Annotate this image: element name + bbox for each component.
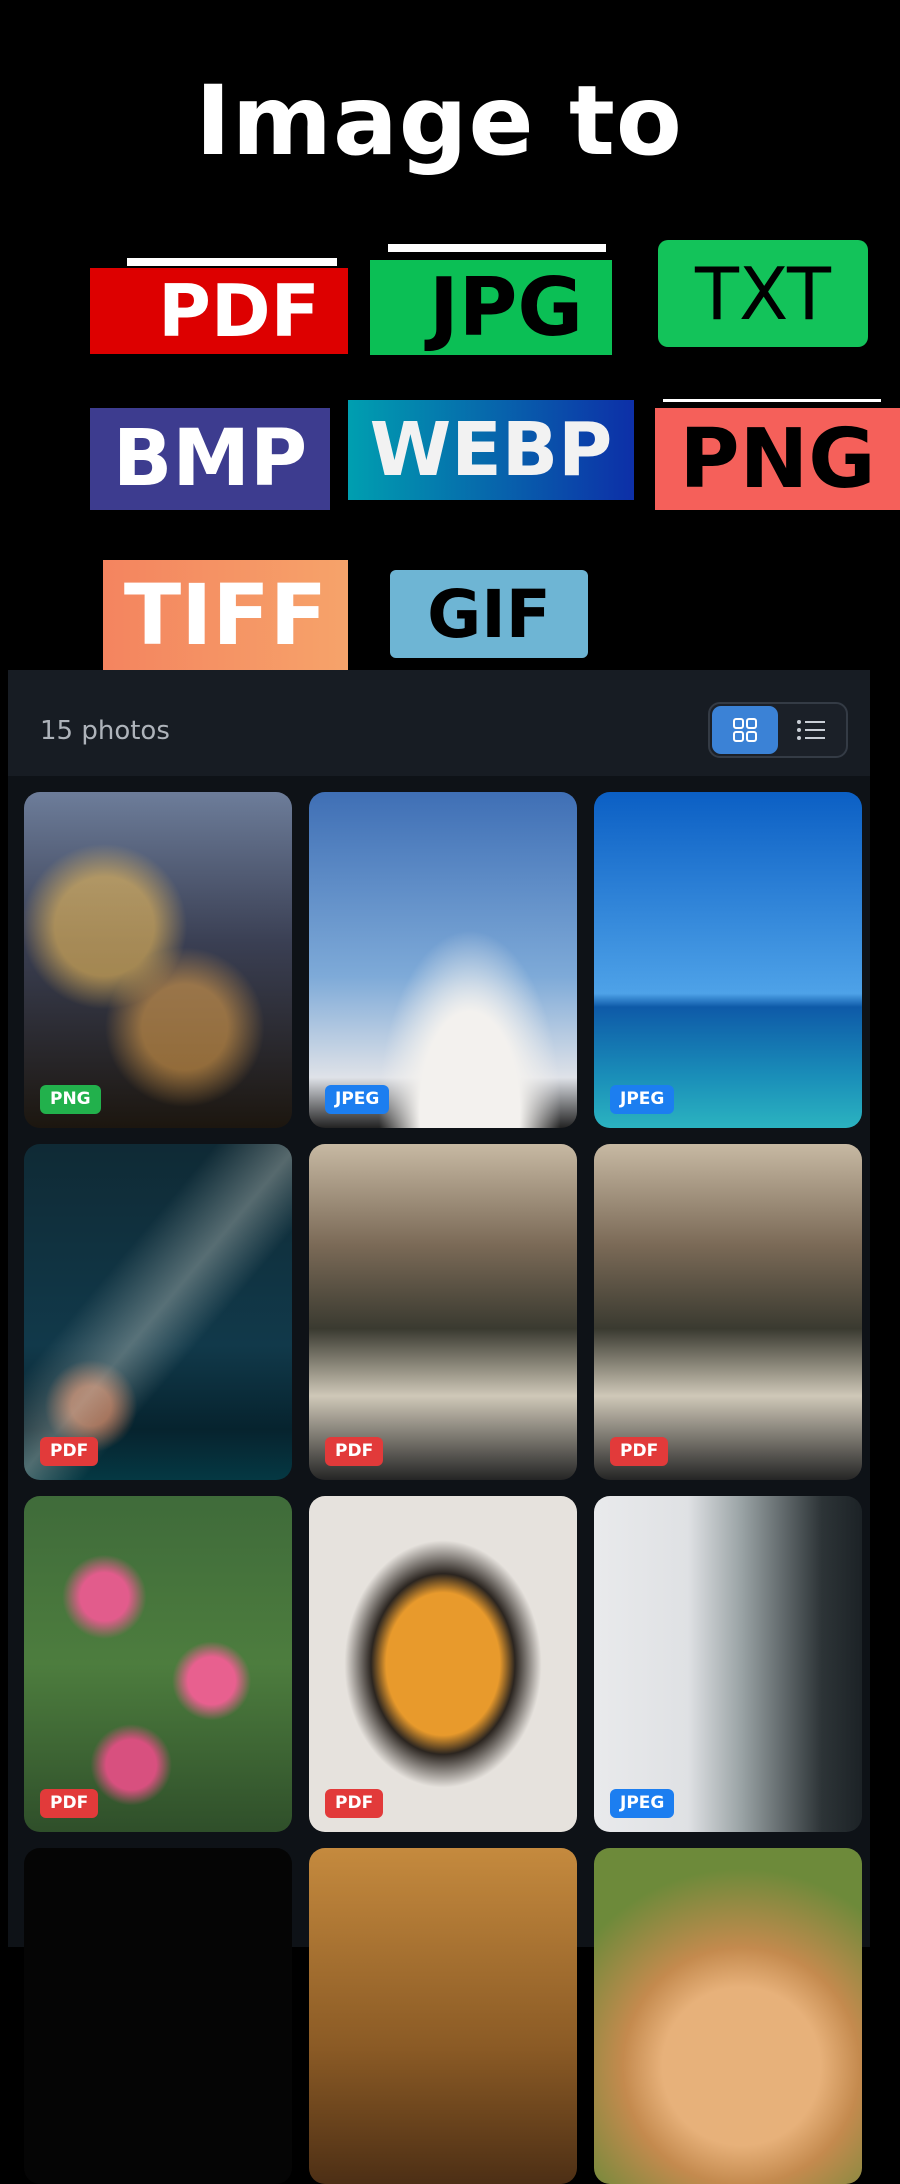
pdf-format-label: PDF	[158, 269, 320, 353]
tiff-format-badge: TIFF	[103, 560, 348, 670]
bmp-format-badge: BMP	[90, 408, 330, 510]
tiff-format-label: TIFF	[123, 566, 328, 664]
photo-tile[interactable]: JPEG	[594, 792, 862, 1128]
photo-tile[interactable]	[24, 1848, 292, 2184]
gallery-header: 15 photos	[8, 670, 870, 776]
grid-view-button[interactable]	[712, 706, 778, 754]
list-view-button[interactable]	[778, 706, 844, 754]
webp-format-badge: WEBP	[348, 400, 634, 500]
photo-tile[interactable]	[309, 1848, 577, 2184]
grid-view-icon	[733, 718, 757, 742]
photo-gallery-panel: 15 photos PNG JPEG JPEG PDF PDF PDF PDF …	[8, 670, 870, 2184]
png-badge-bar	[663, 399, 881, 402]
format-badge: PDF	[40, 1789, 99, 1818]
pdf-badge-bar	[127, 258, 337, 266]
view-toggle	[708, 702, 848, 758]
format-badge: JPEG	[325, 1085, 390, 1114]
gif-format-badge: GIF	[390, 570, 588, 658]
format-badge: PDF	[40, 1437, 99, 1466]
photo-tile[interactable]: JPEG	[594, 1496, 862, 1832]
photo-tile[interactable]: PDF	[24, 1496, 292, 1832]
photo-tile[interactable]: PDF	[24, 1144, 292, 1480]
png-format-label: PNG	[679, 411, 876, 507]
png-format-badge: PNG	[655, 408, 900, 510]
webp-format-label: WEBP	[369, 407, 613, 493]
list-view-icon	[797, 720, 825, 740]
photo-tile[interactable]	[594, 1848, 862, 2184]
bmp-format-label: BMP	[112, 414, 308, 504]
jpg-format-label: JPG	[428, 261, 584, 354]
txt-format-badge: TXT	[658, 240, 868, 347]
photo-tile[interactable]: PDF	[594, 1144, 862, 1480]
pdf-format-badge: PDF	[90, 268, 348, 354]
gif-format-label: GIF	[427, 575, 551, 653]
photo-tile[interactable]: PDF	[309, 1496, 577, 1832]
format-badge: PDF	[325, 1437, 384, 1466]
jpg-format-badge: JPG	[370, 260, 612, 355]
format-badge: PDF	[325, 1789, 384, 1818]
photo-count: 15 photos	[40, 716, 170, 746]
format-badge: PDF	[610, 1437, 669, 1466]
photo-tile[interactable]: PNG	[24, 792, 292, 1128]
format-badge: JPEG	[610, 1789, 675, 1818]
jpg-badge-bar	[388, 244, 606, 252]
photo-tile[interactable]: PDF	[309, 1144, 577, 1480]
hero-title: Image to	[195, 65, 683, 177]
format-badge: PNG	[40, 1085, 101, 1114]
format-badge: JPEG	[610, 1085, 675, 1114]
txt-format-label: TXT	[694, 251, 832, 336]
photo-tile[interactable]: JPEG	[309, 792, 577, 1128]
